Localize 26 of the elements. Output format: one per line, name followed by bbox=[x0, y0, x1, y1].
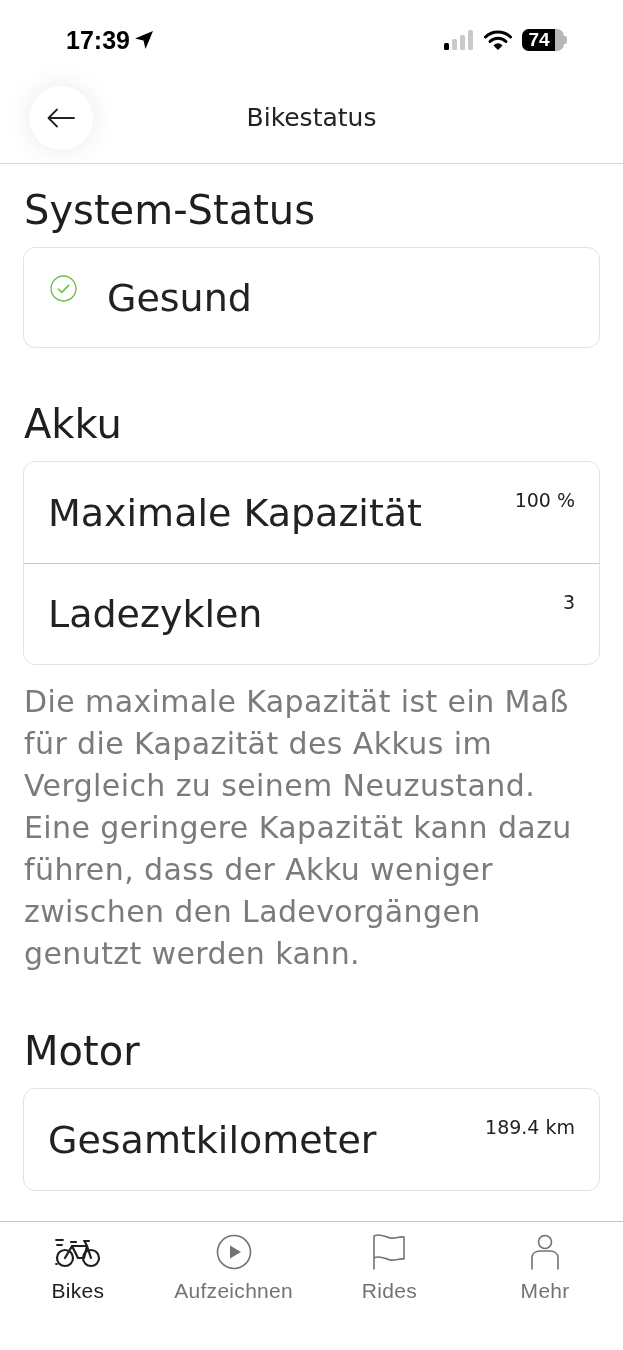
battery-indicator: 74 bbox=[522, 29, 567, 51]
wifi-icon bbox=[484, 30, 512, 50]
section-heading: Akku bbox=[23, 400, 123, 448]
battery-note: Die maximale Kapazität ist ein Maß für die Kapazität des Akkus im Vergleich zu seinem Neuzustand. Eine geringere Kapazität kann dazu führen, dass der Akku weniger zwischen den Ladevorgängen genutzt werden kann. bbox=[23, 683, 573, 973]
location-arrow-icon bbox=[133, 30, 154, 50]
bicycle-icon bbox=[53, 1236, 102, 1268]
tab-button[interactable]: Bikes bbox=[0, 1232, 156, 1304]
row-value: 189.4 km bbox=[485, 1115, 575, 1139]
section-heading: System-Status bbox=[23, 186, 317, 234]
tab-button[interactable]: Aufzeichnen bbox=[155, 1232, 312, 1304]
row-value: 100 % bbox=[514, 488, 575, 512]
tab-button[interactable]: Rides bbox=[311, 1232, 468, 1304]
row-value: 3 bbox=[562, 590, 575, 614]
person-icon bbox=[531, 1234, 560, 1270]
flag-icon bbox=[372, 1234, 407, 1270]
row-label: Ladezyklen bbox=[48, 591, 263, 637]
row-label: Gesamtkilometer bbox=[48, 1116, 377, 1163]
page-title: Bikestatus bbox=[245, 101, 378, 134]
row-label: Maximale Kapazität bbox=[48, 489, 422, 536]
tab-button[interactable]: Mehr bbox=[467, 1232, 623, 1304]
section-heading: Motor bbox=[23, 1027, 141, 1075]
back-arrow-icon bbox=[47, 107, 75, 128]
status-label: Gesund bbox=[107, 274, 252, 321]
signal-icon bbox=[444, 30, 474, 50]
status-time: 17:39 bbox=[66, 25, 130, 55]
play-circle-icon bbox=[215, 1234, 252, 1270]
